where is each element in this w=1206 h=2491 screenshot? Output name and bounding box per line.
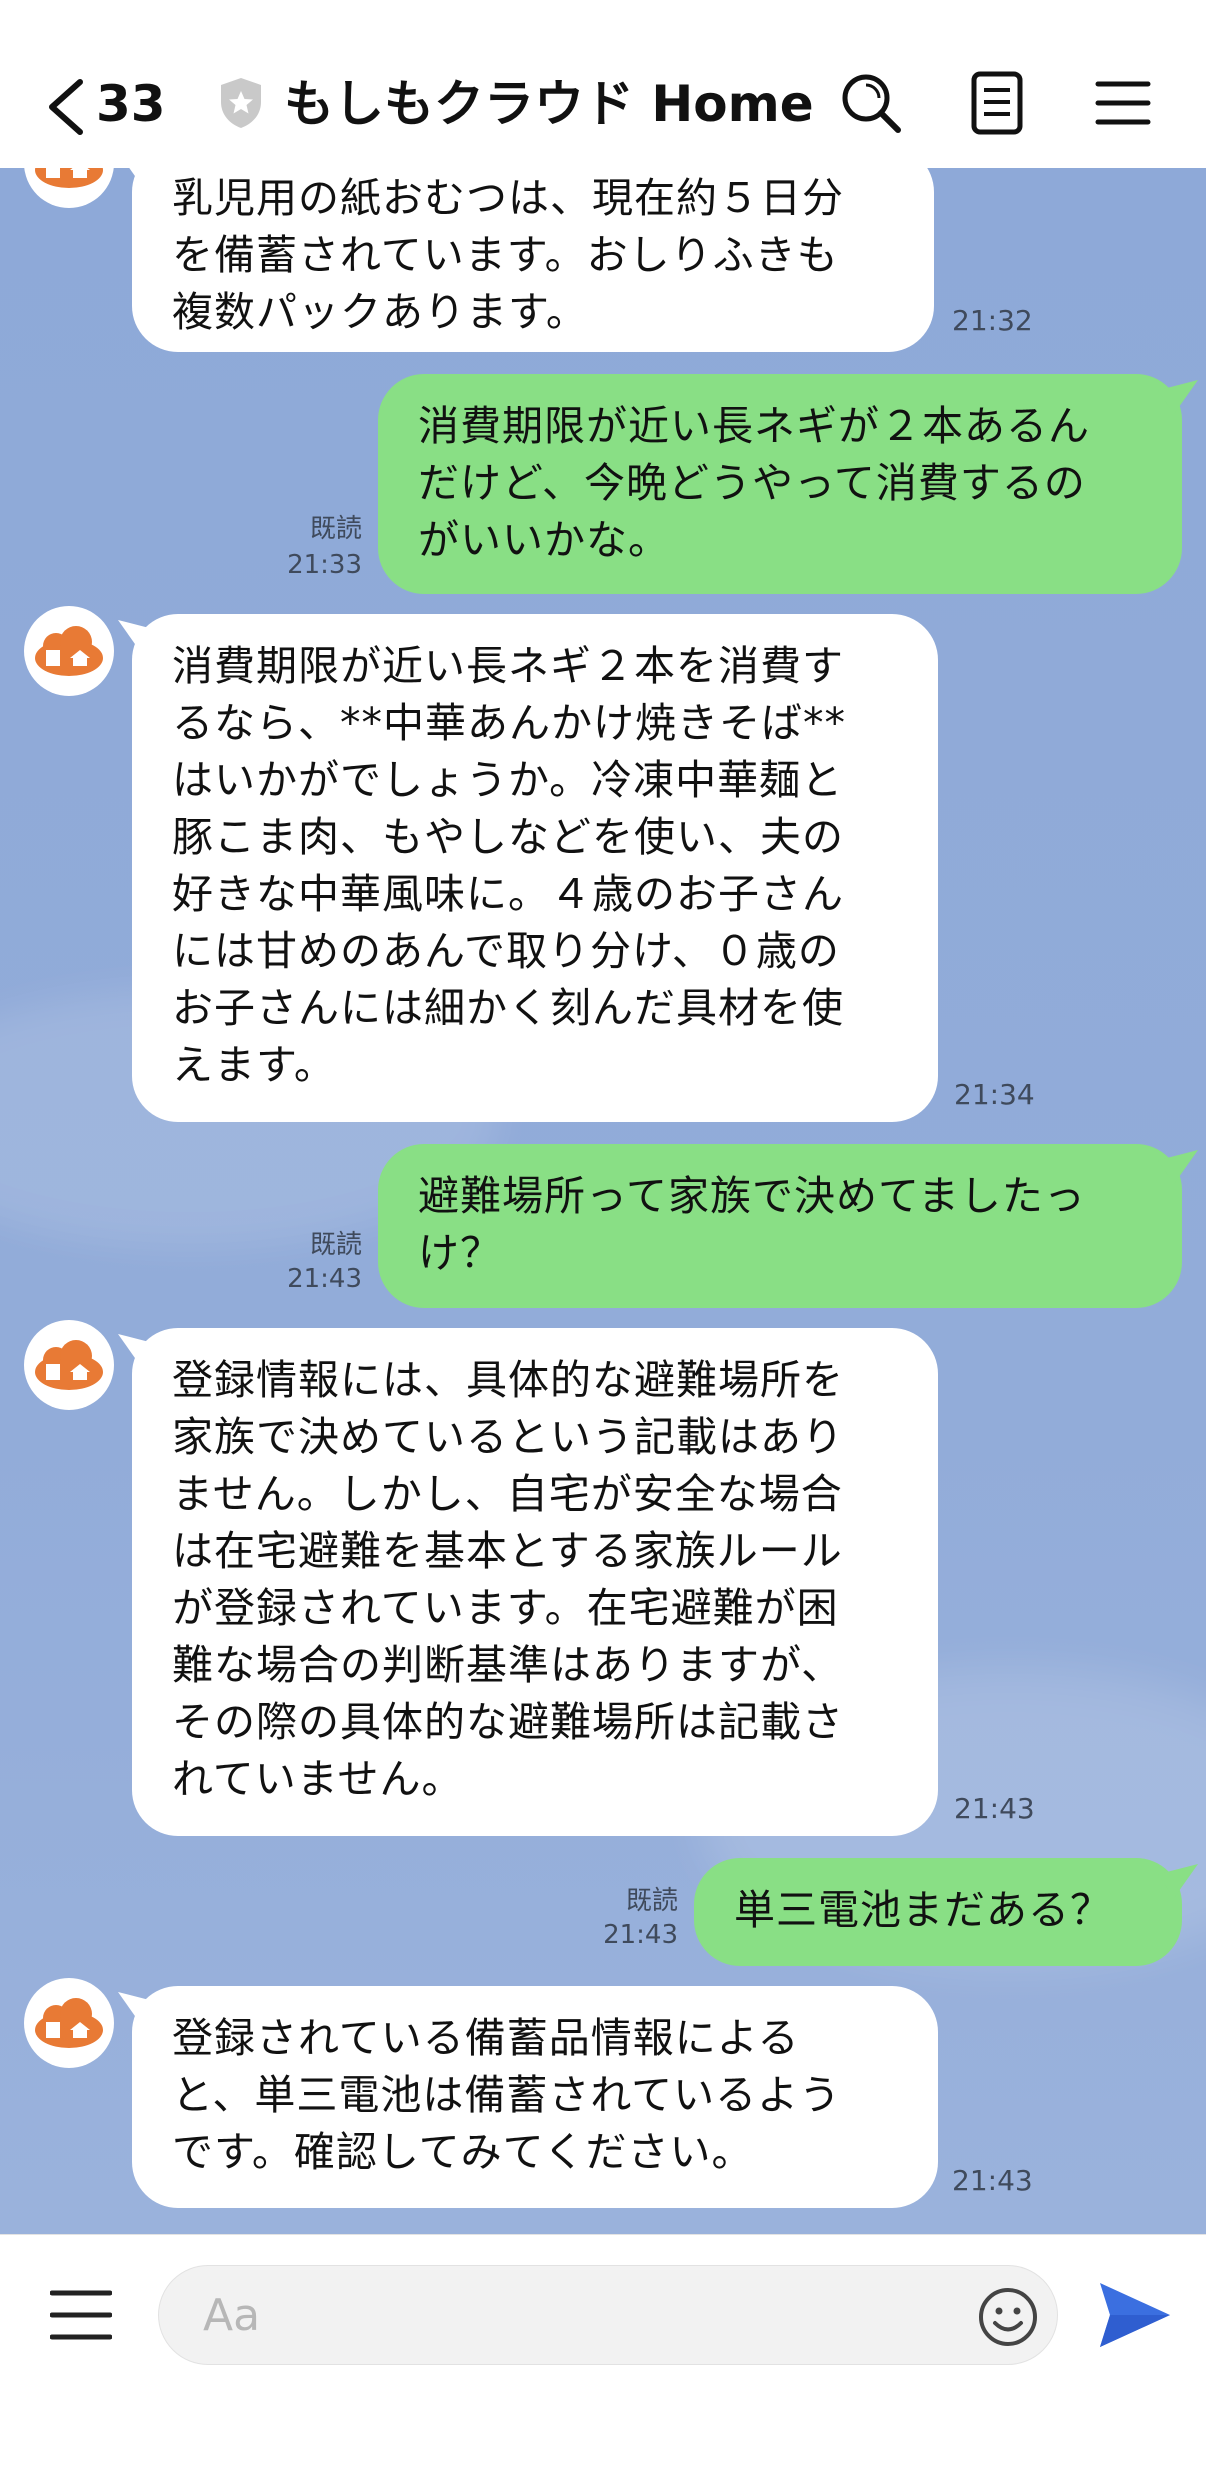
bot-message[interactable]: 消費期限が近い長ネギ２本を消費す るなら、**中華あんかけ焼きそば** はいかが… xyxy=(132,614,938,1122)
read-receipt: 既読 xyxy=(309,514,362,544)
message-time: 21:43 xyxy=(954,1792,1035,1825)
notes-icon[interactable] xyxy=(964,70,1030,136)
chat-header: 33 もしもクラウド Home xyxy=(0,0,1206,168)
message-time: 21:34 xyxy=(954,1078,1035,1111)
read-receipt: 既読 xyxy=(625,1886,678,1916)
bot-message[interactable]: 登録されている備蓄品情報による と、単三電池は備蓄されているよう です。確認して… xyxy=(132,1986,938,2208)
message-time: 21:43 xyxy=(952,2164,1033,2197)
bot-message[interactable]: 乳児用の紙おむつは、現在約５日分 を備蓄されています。おしりふきも 複数パックあ… xyxy=(132,168,934,352)
cloud-house-icon xyxy=(35,1340,103,1390)
bot-message[interactable]: 登録情報には、具体的な避難場所を 家族で決めているという記載はあり ません。しか… xyxy=(132,1328,938,1836)
user-message[interactable]: 消費期限が近い長ネギが２本あるん だけど、今晩どうやって消費するの がいいかな。 xyxy=(378,374,1182,594)
bot-avatar[interactable] xyxy=(24,168,114,208)
shield-star-icon xyxy=(221,78,261,128)
user-message[interactable]: 避難場所って家族で決めてましたっ け？ xyxy=(378,1144,1182,1308)
cloud-house-icon xyxy=(35,168,103,188)
message-time: 21:43 xyxy=(287,1264,362,1294)
smiley-icon[interactable] xyxy=(977,2286,1039,2348)
chat-title: もしもクラウド Home xyxy=(284,75,814,133)
search-icon[interactable] xyxy=(838,70,904,136)
cloud-house-icon xyxy=(35,626,103,676)
message-time: 21:32 xyxy=(952,304,1033,337)
unread-count[interactable]: 33 xyxy=(96,72,166,136)
input-placeholder: Aa xyxy=(203,2290,261,2341)
chat-area[interactable]: 乳児用の紙おむつは、現在約５日分 を備蓄されています。おしりふきも 複数パックあ… xyxy=(0,168,1206,2234)
hamburger-menu-icon[interactable] xyxy=(50,2287,112,2343)
hamburger-menu-icon[interactable] xyxy=(1090,70,1156,136)
read-receipt: 既読 xyxy=(309,1230,362,1260)
message-input[interactable]: Aa xyxy=(158,2265,1058,2365)
bot-avatar[interactable] xyxy=(24,1320,114,1410)
user-message[interactable]: 単三電池まだある？ xyxy=(694,1858,1182,1966)
cloud-house-icon xyxy=(35,1998,103,2048)
bot-avatar[interactable] xyxy=(24,606,114,696)
send-icon[interactable] xyxy=(1094,2275,1174,2355)
message-time: 21:33 xyxy=(287,550,362,580)
message-time: 21:43 xyxy=(603,1920,678,1950)
input-bar: Aa xyxy=(0,2234,1206,2491)
bot-avatar[interactable] xyxy=(24,1978,114,2068)
